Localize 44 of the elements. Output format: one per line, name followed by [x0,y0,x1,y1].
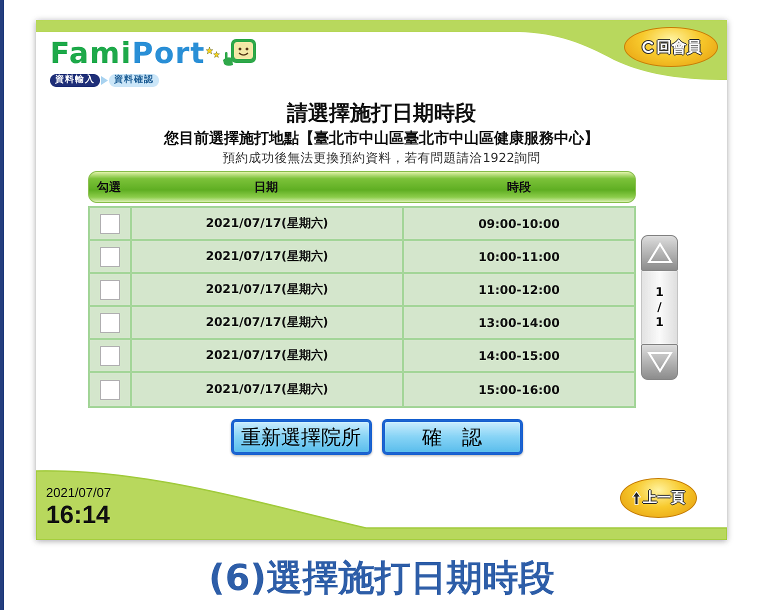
page-title: 請選擇施打日期時段 [287,100,476,126]
current-page: 1 [655,284,664,300]
date-cell: 2021/07/17(星期六) [206,281,328,298]
checkbox[interactable] [100,214,120,234]
column-header: 日期 [254,178,278,196]
date-cell: 2021/07/17(星期六) [206,215,328,232]
total-pages: 1 [655,314,664,330]
date-cell: 2021/07/17(星期六) [206,347,328,364]
logo-wordmark: Fami Port [50,38,206,68]
step-arrow-icon [101,76,108,85]
curved-arrow-icon [640,40,654,54]
step-indicator: 資料輸入 [50,74,100,87]
page-up-button[interactable] [641,234,678,270]
page-separator: / [657,300,662,314]
current-time: 16:14 [46,501,111,529]
checkbox[interactable] [100,312,120,332]
date-cell: 2021/07/17(星期六) [206,381,328,398]
date-cell: 2021/07/17(星期六) [206,314,328,331]
checkbox[interactable] [100,346,120,366]
checkbox[interactable] [100,380,120,400]
stars-icon [206,47,220,59]
tv-mascot-icon [221,38,258,68]
page-down-button[interactable] [641,344,678,380]
column-header: 勾選 [97,178,121,196]
time-cell: 15:00-16:00 [478,382,560,396]
step-indicator: 資料確認 [109,74,159,87]
up-arrow-icon [632,491,641,505]
confirm-button[interactable]: 確 認 [382,419,522,455]
checkbox[interactable] [100,280,120,300]
step-caption: (6)選擇施打日期時段 [208,557,556,601]
notice-text: 預約成功後無法更換預約資料，若有問題請洽1922詢問 [222,149,540,166]
time-cell: 14:00-15:00 [478,348,560,362]
location-text: 您目前選擇施打地點【臺北市中山區臺北市中山區健康服務中心】 [164,128,599,148]
time-cell: 09:00-10:00 [478,216,560,230]
time-cell: 11:00-12:00 [478,282,560,296]
checkbox[interactable] [100,246,120,266]
column-header: 時段 [507,178,531,196]
up-triangle-icon [646,242,672,264]
date-cell: 2021/07/17(星期六) [206,248,328,265]
down-triangle-icon [646,350,672,372]
time-cell: 13:00-14:00 [478,316,560,330]
current-date: 2021/07/07 [46,485,112,501]
reselect-clinic-button[interactable]: 重新選擇院所 [230,419,372,455]
time-cell: 10:00-11:00 [478,250,560,264]
